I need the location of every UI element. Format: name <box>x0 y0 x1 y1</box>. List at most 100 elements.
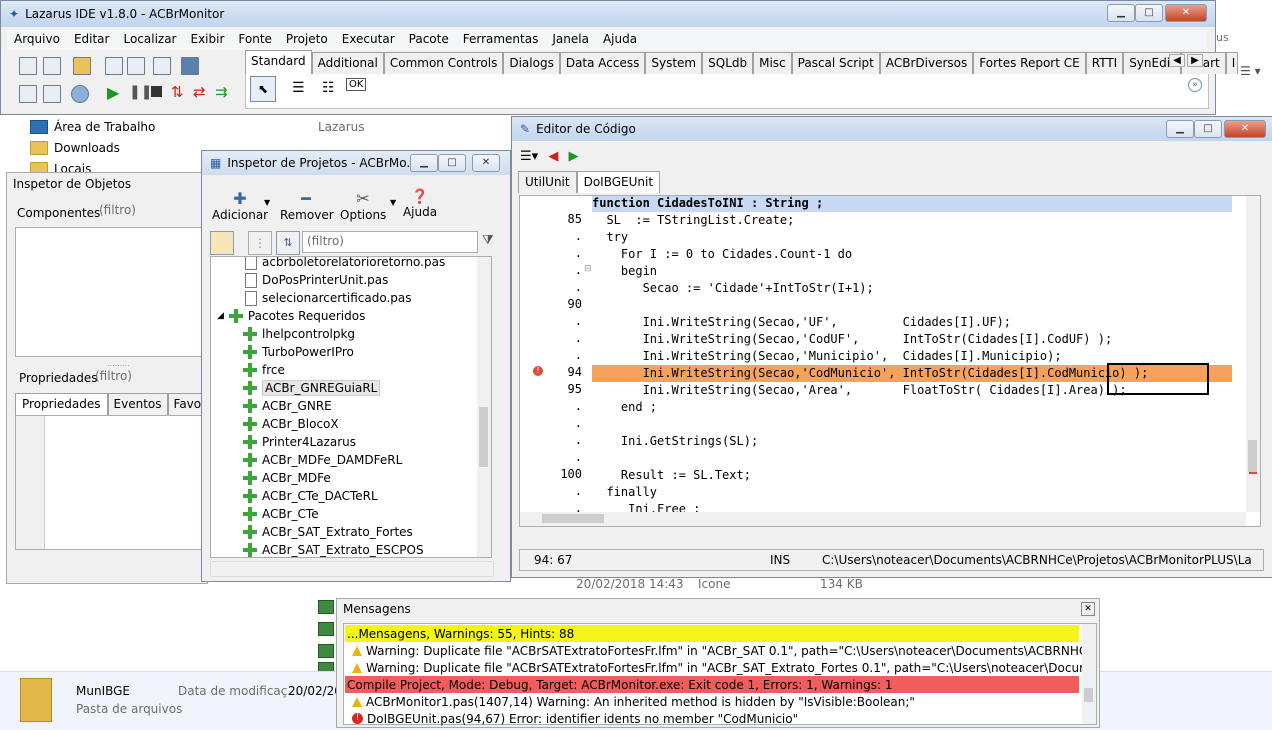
step-out-icon[interactable]: ⇉ <box>215 83 228 101</box>
stop-icon[interactable] <box>151 86 162 97</box>
tab-misc[interactable]: Misc <box>753 52 792 74</box>
tab-acbrdiversos[interactable]: ACBrDiversos <box>879 52 974 74</box>
message-compile-row[interactable]: Compile Project, Mode: Debug, Target: AC… <box>345 676 1079 693</box>
menu-pacote[interactable]: Pacote <box>402 30 456 50</box>
toggle-view-icon[interactable] <box>43 85 61 103</box>
tree-package[interactable]: ACBr_GNRE <box>243 397 332 415</box>
tab-eventos[interactable]: Eventos <box>107 393 168 415</box>
scrollbar-thumb[interactable] <box>1084 688 1093 702</box>
tree-package[interactable]: Printer4Lazarus <box>243 433 356 451</box>
selection-pointer-icon[interactable]: ⬉ <box>250 76 276 102</box>
pause-icon[interactable]: ❚❚ <box>129 84 152 100</box>
code-line[interactable]: For I := 0 to Cidades.Count-1 do <box>592 246 852 263</box>
tab-data-access[interactable]: Data Access <box>559 52 646 74</box>
message-error-row[interactable]: ! DoIBGEUnit.pas(94,67) Error: identifier… <box>352 710 1084 727</box>
new-unit-icon[interactable] <box>19 57 37 75</box>
tree-package[interactable]: TurboPowerIPro <box>243 343 354 361</box>
menu-executar[interactable]: Executar <box>335 30 402 50</box>
save-all-icon[interactable] <box>127 57 145 75</box>
step-over-icon[interactable]: ⇄ <box>193 83 206 101</box>
tree-package[interactable]: ACBr_CTe <box>243 505 319 523</box>
tab-system[interactable]: System <box>645 52 703 74</box>
tree-package[interactable]: ACBr_BlocoX <box>243 415 339 433</box>
tab-propriedades[interactable]: Propriedades <box>15 393 108 415</box>
maximize-button[interactable]: □ <box>1194 120 1222 138</box>
close-icon[interactable]: ✕ <box>1081 602 1095 616</box>
tab-dialogs[interactable]: Dialogs <box>503 52 560 74</box>
close-button[interactable]: ✕ <box>472 154 500 172</box>
code-line[interactable]: end ; <box>592 399 657 416</box>
tree-package[interactable]: lhelpcontrolpkg <box>243 325 355 343</box>
code-line[interactable]: try <box>592 229 628 246</box>
project-tree[interactable]: acbrboletorelatorioretorno.pas DoPosPrin… <box>210 256 492 558</box>
minimize-button[interactable]: ▁ <box>1107 4 1135 22</box>
help-button[interactable]: ❓ Ajuda <box>402 189 438 219</box>
menu-localizar[interactable]: Localizar <box>116 30 183 50</box>
project-filter-input[interactable]: (filtro) <box>302 231 478 253</box>
tpopupmenu-icon[interactable]: ☷ <box>322 80 335 96</box>
scrollbar-thumb[interactable] <box>479 407 488 467</box>
forward-arrow-icon[interactable]: ▶ <box>568 149 578 164</box>
open-folder-icon[interactable] <box>210 231 234 255</box>
tab-common-controls[interactable]: Common Controls <box>383 52 504 74</box>
message-summary-row[interactable]: ...Mensagens, Warnings: 55, Hints: 88 <box>345 625 1079 642</box>
code-line[interactable]: Result := SL.Text; <box>592 467 751 484</box>
clear-filter-icon[interactable]: ⧩ <box>482 233 494 248</box>
tab-rtti[interactable]: RTTI <box>1085 52 1124 74</box>
scrollbar-thumb[interactable] <box>542 514 604 523</box>
tab-scroll-right-icon[interactable]: ▶ <box>1187 54 1203 67</box>
code-line[interactable]: Ini.WriteString(Secao,'UF', Cidades[I].U… <box>592 314 1011 331</box>
property-grid[interactable] <box>15 415 207 550</box>
tab-additional[interactable]: Additional <box>311 52 384 74</box>
code-line[interactable]: finally <box>592 484 657 501</box>
fold-marker-icon[interactable]: ⊟ <box>584 264 592 274</box>
tree-package[interactable]: ACBr_MDFe <box>243 469 331 487</box>
palette-chevron-icon[interactable]: » <box>1188 78 1202 92</box>
tab-pascal-script[interactable]: Pascal Script <box>791 52 880 74</box>
remove-button[interactable]: ━ Remover <box>280 189 334 222</box>
code-line[interactable]: SL := TStringList.Create; <box>592 212 794 229</box>
tree-file[interactable]: DoPosPrinterUnit.pas <box>245 271 388 289</box>
close-button[interactable]: ✕ <box>1224 120 1266 138</box>
code-line[interactable]: Secao := 'Cidade'+IntToStr(I+1); <box>592 280 874 297</box>
view-options-icon[interactable]: ☰ ▾ <box>1240 64 1272 80</box>
minimize-button[interactable]: ▁ <box>410 154 438 172</box>
tree-package[interactable]: ACBr_MDFe_DAMDFeRL <box>243 451 402 469</box>
tree-package[interactable]: frce <box>243 361 285 379</box>
menu-ferramentas[interactable]: Ferramentas <box>456 30 546 50</box>
tree-package[interactable]: ACBr_SAT_Extrato_Fortes <box>243 523 413 541</box>
view-forms-icon[interactable] <box>19 85 37 103</box>
back-arrow-icon[interactable]: ◀ <box>548 149 558 164</box>
menu-exibir[interactable]: Exibir <box>184 30 232 50</box>
source-editor[interactable]: 85....90...9495....100... ⊟ ! function C… <box>519 195 1261 527</box>
message-warning-row[interactable]: Warning: Duplicate file "ACBrSATExtratoF… <box>352 642 1084 659</box>
toggle-form-icon[interactable] <box>153 57 171 75</box>
tree-vertical-scrollbar[interactable] <box>477 257 491 557</box>
tmainmenu-icon[interactable]: ☰ <box>292 80 305 96</box>
options-dropdown-icon[interactable]: ▼ <box>390 198 396 207</box>
message-warning-row[interactable]: Warning: Duplicate file "ACBrSATExtratoF… <box>352 659 1084 676</box>
components-filter[interactable]: (filtro) <box>95 201 205 223</box>
component-tree[interactable] <box>15 227 207 357</box>
view-units-icon[interactable] <box>181 57 199 75</box>
tree-view-icon[interactable]: ⋮ <box>248 231 272 255</box>
add-dropdown-icon[interactable]: ▼ <box>264 198 270 207</box>
tab-doibgeunit[interactable]: DoIBGEUnit <box>576 171 661 193</box>
tree-required-packages[interactable]: ◢ Pacotes Requeridos <box>217 307 365 325</box>
tree-horizontal-scrollbar[interactable] <box>210 561 494 577</box>
code-line[interactable]: begin <box>592 263 657 280</box>
tab-standard[interactable]: Standard <box>245 50 312 74</box>
menu-fonte[interactable]: Fonte <box>231 30 279 50</box>
run-icon[interactable]: ▶ <box>107 83 119 102</box>
code-line[interactable]: Ini.WriteString(Secao,'CodUF', IntToStr(… <box>592 331 1113 348</box>
tree-package[interactable]: ACBr_CTe_DACTeRL <box>243 487 378 505</box>
editor-vertical-scrollbar[interactable] <box>1246 196 1260 512</box>
code-line[interactable]: Ini.GetStrings(SL); <box>592 433 758 450</box>
options-button[interactable]: ✂ Options <box>340 189 386 222</box>
tab-scroll-left-icon[interactable]: ◀ <box>1169 54 1185 67</box>
tree-file[interactable]: acbrboletorelatorioretorno.pas <box>245 257 445 271</box>
message-warning-row[interactable]: ACBrMonitor1.pas(1407,14) Warning: An in… <box>352 693 1084 710</box>
tree-package[interactable]: ACBr_SAT_Extrato_ESCPOS <box>243 541 424 557</box>
code-line[interactable]: function CidadesToINI : String ; <box>592 196 823 212</box>
tbutton-icon[interactable]: OK <box>346 78 367 91</box>
